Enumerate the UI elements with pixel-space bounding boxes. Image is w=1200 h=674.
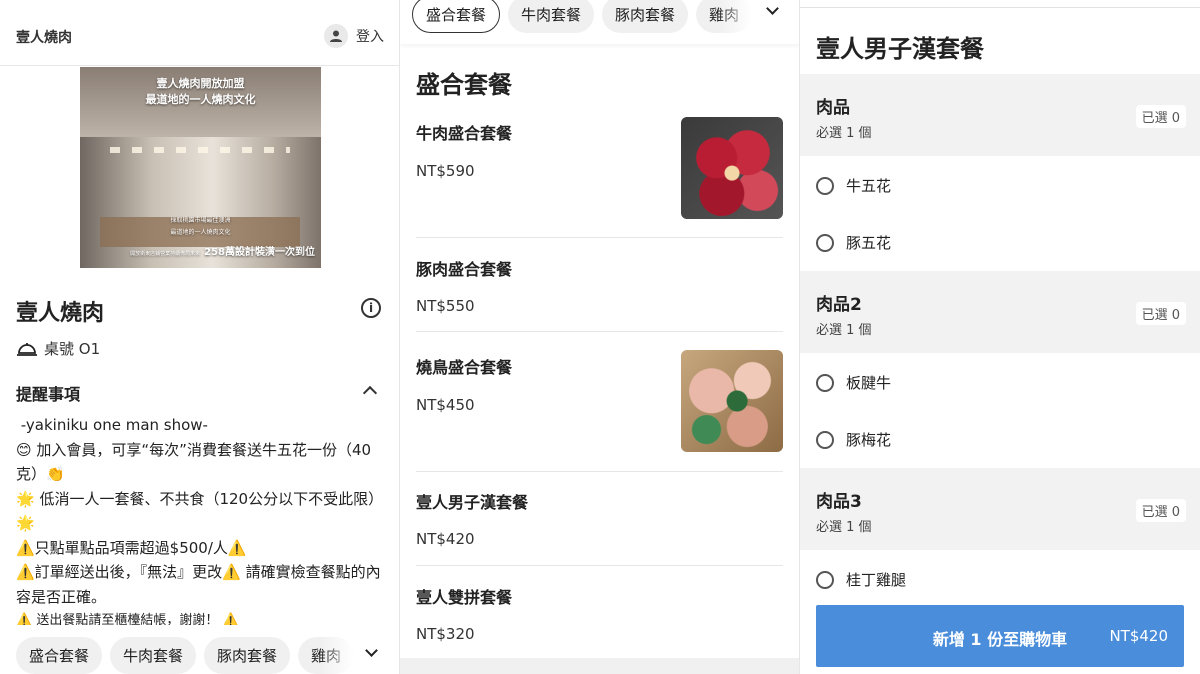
category-expand-button[interactable] [365, 644, 378, 657]
store-panel: 壹人燒肉 登入 壹人燒肉開放加盟 最道地的一人燒肉文化 採取桃園市場最佳澳洲 最… [0, 0, 400, 674]
bottom-spacer [400, 658, 800, 674]
radio-icon[interactable] [816, 233, 834, 252]
banner-line-3: 採取桃園市場最佳澳洲 [170, 217, 231, 224]
menu-item-name: 豚肉盛合套餐 [416, 260, 513, 279]
category-chip[interactable]: 盛合套餐 [16, 637, 103, 674]
menu-item[interactable]: 牛肉盛合套餐 NT$590 [416, 117, 783, 238]
banner-line-5: 開放衛東店鋪營業持續佈局未來 258萬設計裝潢一次到位 [80, 243, 321, 258]
option-group-rule: 必選 1 個 [816, 323, 872, 338]
option-row[interactable]: 豚梅花 [816, 429, 891, 450]
category-expand-button[interactable] [766, 2, 779, 15]
add-to-cart-price: NT$420 [1109, 627, 1168, 645]
category-chip[interactable]: 豚肉套餐 [204, 637, 291, 674]
menu-item-name: 牛肉盛合套餐 [416, 124, 513, 143]
category-chip[interactable]: 雞肉 [696, 0, 753, 33]
menu-panel: 盛合套餐 牛肉套餐 豚肉套餐 雞肉 盛合套餐 牛肉盛合套餐 NT$590 豚肉盛… [400, 0, 800, 674]
banner-lights-graphic [110, 147, 290, 153]
radio-icon[interactable] [816, 430, 834, 449]
section-title: 盛合套餐 [416, 71, 512, 99]
menu-item-name: 壹人男子漢套餐 [416, 493, 529, 512]
notice-title: 提醒事項 [16, 385, 81, 404]
banner-line-5-small: 開放衛東店鋪營業持續佈局未來 [130, 251, 201, 257]
option-row[interactable]: 板腱牛 [816, 372, 891, 393]
category-bar-sticky: 盛合套餐 牛肉套餐 豚肉套餐 雞肉 [400, 0, 800, 44]
menu-item[interactable]: 燒鳥盛合套餐 NT$450 [416, 332, 783, 472]
selected-count-badge: 已選 0 [1135, 105, 1186, 128]
login-label: 登入 [356, 29, 384, 45]
bell-tray-icon [17, 342, 37, 356]
notice-body: -yakiniku one man show- 😊 加入會員，可享“每次”消費套… [16, 413, 384, 625]
chevron-down-icon [766, 2, 779, 15]
info-icon[interactable]: i [361, 298, 381, 318]
selected-count-badge: 已選 0 [1135, 302, 1186, 325]
menu-item-photo [681, 117, 783, 219]
option-row[interactable]: 桂丁雞腿 [816, 569, 906, 590]
table-number-row: 桌號 O1 [16, 338, 100, 359]
banner-line-2: 最道地的一人燒肉文化 [145, 93, 256, 106]
option-label: 桂丁雞腿 [846, 571, 907, 589]
option-group-header: 肉品2 必選 1 個 已選 0 [800, 271, 1200, 353]
store-header-title: 壹人燒肉 [16, 30, 72, 46]
login-button[interactable]: 登入 [324, 24, 384, 48]
menu-item-price: NT$590 [416, 162, 475, 180]
banner-line-4: 最道地的一人燒肉文化 [170, 229, 231, 236]
option-group-name: 肉品2 [816, 295, 862, 315]
top-edge [800, 0, 1200, 8]
category-bar: 盛合套餐 牛肉套餐 豚肉套餐 雞肉 [16, 637, 355, 674]
notice-line: 😊 加入會員，可享“每次”消費套餐送牛五花一份（40克）👏 [16, 440, 372, 484]
radio-icon[interactable] [816, 176, 834, 195]
option-group-name: 肉品3 [816, 492, 862, 512]
notice-line: 🌟 低消一人一套餐、不共食（120公分以下不受此限）🌟 [16, 489, 384, 533]
option-group-rule: 必選 1 個 [816, 126, 872, 141]
user-icon [324, 24, 348, 48]
option-group-header: 肉品3 必選 1 個 已選 0 [800, 468, 1200, 550]
chevron-down-icon [365, 644, 378, 657]
menu-item-name: 燒鳥盛合套餐 [416, 358, 513, 377]
top-bar: 壹人燒肉 登入 [0, 0, 400, 66]
category-chip-active[interactable]: 盛合套餐 [412, 0, 501, 33]
banner-line-1: 壹人燒肉開放加盟 [156, 77, 245, 90]
item-detail-panel: 壹人男子漢套餐 肉品 必選 1 個 已選 0 牛五花 豚五花 肉品2 必選 1 … [800, 0, 1200, 674]
option-group-rule: 必選 1 個 [816, 520, 872, 535]
notice-line: ⚠️ 送出餐點請至櫃檯結帳，謝謝！ ⚠️ [16, 613, 239, 625]
item-title: 壹人男子漢套餐 [816, 35, 984, 63]
option-row[interactable]: 牛五花 [816, 175, 891, 196]
menu-item[interactable]: 豚肉盛合套餐 NT$550 [416, 238, 783, 332]
category-chip[interactable]: 牛肉套餐 [508, 0, 595, 33]
banner-line-5-main: 258萬設計裝潢一次到位 [204, 247, 315, 258]
option-group-header: 肉品 必選 1 個 已選 0 [800, 74, 1200, 156]
menu-item-price: NT$320 [416, 625, 475, 643]
menu-item[interactable]: 壹人男子漢套餐 NT$420 [416, 472, 783, 566]
category-chip[interactable]: 牛肉套餐 [110, 637, 197, 674]
add-to-cart-button[interactable]: 新增 1 份至購物車 NT$420 [816, 605, 1184, 667]
category-chip[interactable]: 雞肉 [298, 637, 355, 674]
notice-line: -yakiniku one man show- [16, 416, 208, 434]
chevron-up-icon[interactable] [362, 385, 378, 401]
selected-count-badge: 已選 0 [1135, 499, 1186, 522]
menu-item-name: 壹人雙拼套餐 [416, 588, 513, 607]
notice-line: ⚠️只點單點品項需超過$500/人⚠️ [16, 538, 247, 557]
radio-icon[interactable] [816, 373, 834, 392]
table-number: 桌號 O1 [44, 340, 101, 358]
menu-item[interactable]: 壹人雙拼套餐 NT$320 [416, 566, 783, 658]
notice-line: ⚠️訂單經送出後，『無法』更改⚠️ 請確實檢查餐點的內容是否正確。 [16, 563, 381, 606]
category-bar: 盛合套餐 牛肉套餐 豚肉套餐 雞肉 [412, 0, 753, 33]
option-label: 牛五花 [846, 177, 892, 195]
option-label: 板腱牛 [846, 374, 892, 392]
menu-item-price: NT$550 [416, 297, 475, 315]
option-row[interactable]: 豚五花 [816, 232, 891, 253]
category-chip[interactable]: 豚肉套餐 [602, 0, 689, 33]
menu-item-price: NT$420 [416, 530, 475, 548]
option-group-name: 肉品 [816, 98, 850, 118]
store-name: 壹人燒肉 [16, 301, 105, 326]
store-banner-image: 壹人燒肉開放加盟 最道地的一人燒肉文化 採取桃園市場最佳澳洲 最道地的一人燒肉文… [80, 67, 321, 268]
menu-item-photo [681, 350, 783, 452]
option-label: 豚梅花 [846, 431, 892, 449]
radio-icon[interactable] [816, 570, 834, 589]
menu-item-price: NT$450 [416, 396, 475, 414]
option-label: 豚五花 [846, 234, 892, 252]
